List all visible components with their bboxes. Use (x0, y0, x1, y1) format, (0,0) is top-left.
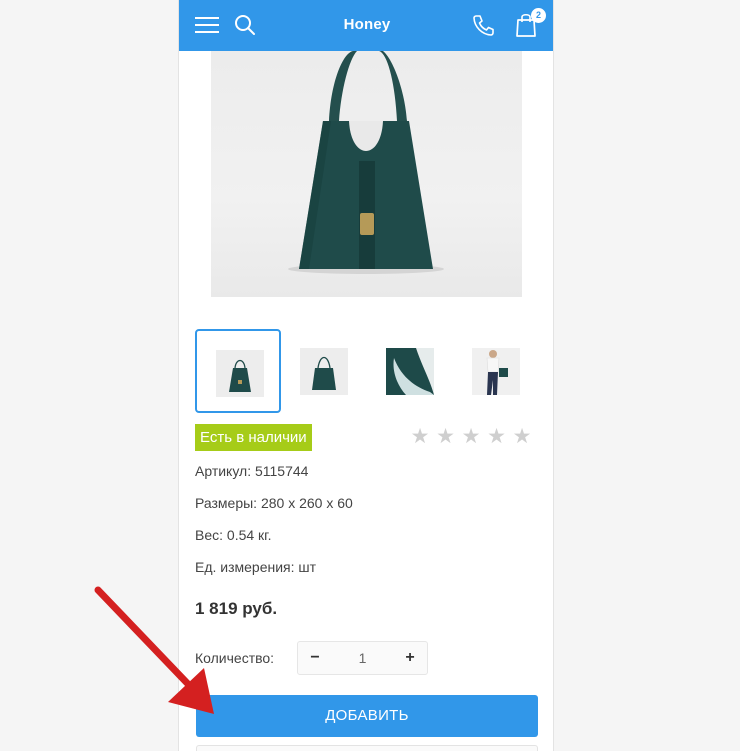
property-weight: Вес: 0.54 кг. (195, 527, 272, 543)
increase-button[interactable]: + (393, 642, 427, 674)
annotation-arrow-icon (94, 586, 214, 714)
property-dimensions: Размеры: 280 x 260 x 60 (195, 495, 353, 511)
secondary-button-edge[interactable] (196, 745, 538, 751)
mobile-page: Honey 2 Есть в наличии ★ ★ ★ ★ ★ Артикул… (178, 0, 554, 751)
thumbnail-3[interactable] (367, 329, 453, 413)
star-icon[interactable]: ★ (511, 426, 533, 448)
property-sku: Артикул: 5115744 (195, 463, 309, 479)
thumbnail-4[interactable] (453, 329, 539, 413)
star-icon[interactable]: ★ (460, 426, 482, 448)
star-icon[interactable]: ★ (486, 426, 508, 448)
phone-icon[interactable] (469, 10, 499, 40)
rating-stars[interactable]: ★ ★ ★ ★ ★ (409, 426, 537, 448)
decrease-button[interactable]: − (298, 642, 332, 674)
thumbnail-image (472, 348, 520, 395)
thumbnail-image (386, 348, 434, 395)
property-unit: Ед. измерения: шт (195, 559, 317, 575)
thumbnail-2[interactable] (281, 329, 367, 413)
quantity-input[interactable] (332, 642, 393, 674)
cart-icon[interactable]: 2 (513, 8, 546, 40)
star-icon[interactable]: ★ (435, 426, 457, 448)
cart-count-badge: 2 (531, 8, 546, 23)
thumbnail-image (300, 348, 348, 395)
top-bar: Honey 2 (179, 0, 553, 51)
add-to-cart-button[interactable]: ДОБАВИТЬ (196, 695, 538, 737)
product-main-image[interactable] (211, 51, 522, 297)
quantity-stepper: − + (297, 641, 428, 675)
thumbnail-image (216, 350, 264, 397)
stock-badge: Есть в наличии (195, 424, 312, 451)
star-icon[interactable]: ★ (409, 426, 431, 448)
thumbnail-1[interactable] (195, 329, 281, 413)
thumbnail-strip (195, 329, 539, 413)
